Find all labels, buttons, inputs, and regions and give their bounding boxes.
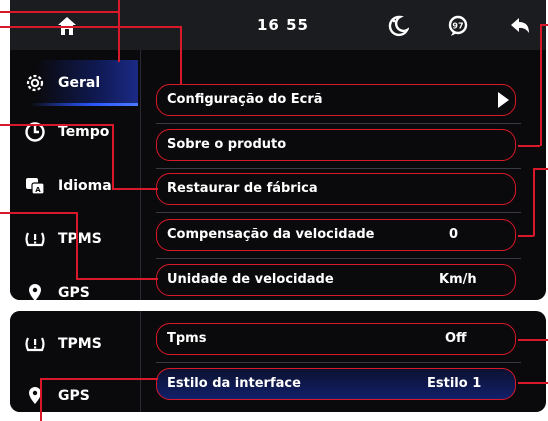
sidebar: TPMS GPS bbox=[10, 311, 140, 412]
top-bar: 16 55 97 bbox=[10, 0, 546, 50]
svg-text:A: A bbox=[35, 186, 41, 194]
row-label: Sobre o produto bbox=[167, 137, 287, 152]
settings-screen-top: 16 55 97 Geral Tempo A Idioma TPMS GPS C… bbox=[10, 0, 546, 300]
divider bbox=[156, 362, 521, 363]
row-label: Unidade de velocidade bbox=[167, 272, 334, 287]
annotation-line bbox=[533, 168, 535, 236]
annotation-line bbox=[0, 212, 76, 214]
annotation-line bbox=[540, 24, 542, 146]
sidebar-item-gps[interactable]: GPS bbox=[10, 270, 138, 300]
sidebar-item-label: TPMS bbox=[58, 231, 102, 247]
annotation-line bbox=[118, 0, 120, 62]
sidebar-item-label: TPMS bbox=[58, 336, 102, 352]
divider bbox=[156, 258, 521, 259]
tire-pressure-icon bbox=[24, 333, 46, 355]
gps-icon bbox=[24, 282, 46, 300]
row-speed-compensation[interactable]: Compensação da velocidade 0 bbox=[156, 219, 516, 251]
language-icon: A bbox=[24, 175, 46, 197]
sidebar-item-label: Idioma bbox=[58, 178, 112, 194]
sidebar-item-label: GPS bbox=[58, 388, 90, 404]
annotation-line bbox=[0, 124, 112, 126]
annotation-line bbox=[112, 188, 158, 190]
annotation-line bbox=[540, 24, 548, 26]
row-label: Restaurar de fábrica bbox=[167, 181, 318, 196]
annotation-line bbox=[180, 26, 182, 85]
row-label: Compensação da velocidade bbox=[167, 227, 375, 242]
gps-icon bbox=[24, 385, 46, 407]
divider bbox=[156, 212, 521, 213]
sidebar-item-tpms[interactable]: TPMS bbox=[10, 216, 138, 262]
sidebar-item-idioma[interactable]: A Idioma bbox=[10, 163, 138, 209]
divider bbox=[156, 123, 521, 124]
moon-icon[interactable] bbox=[386, 14, 410, 38]
svg-text:97: 97 bbox=[452, 22, 463, 31]
annotation-line bbox=[40, 378, 158, 380]
row-about-product[interactable]: Sobre o produto bbox=[156, 129, 516, 161]
sidebar-item-label: GPS bbox=[58, 285, 90, 300]
row-tpms[interactable]: Tpms Off bbox=[156, 323, 516, 355]
row-factory-reset[interactable]: Restaurar de fábrica bbox=[156, 173, 516, 205]
sidebar-item-tpms[interactable]: TPMS bbox=[10, 321, 138, 367]
row-speed-unit[interactable]: Unidade de velocidade Km/h bbox=[156, 264, 516, 296]
tire-pressure-icon bbox=[24, 228, 46, 250]
row-screen-config[interactable]: Configuração do Ecrã bbox=[156, 84, 516, 116]
sidebar-item-tempo[interactable]: Tempo bbox=[10, 109, 138, 155]
annotation-line bbox=[518, 235, 534, 237]
row-value: Off bbox=[445, 331, 467, 346]
annotation-line bbox=[76, 278, 158, 280]
annotation-line bbox=[518, 382, 548, 384]
sidebar-item-label: Tempo bbox=[58, 124, 110, 140]
clock: 16 55 bbox=[257, 16, 309, 34]
chevron-right-icon bbox=[498, 92, 509, 108]
row-label: Estilo da interface bbox=[167, 376, 301, 391]
annotation-line bbox=[0, 26, 180, 28]
annotation-line bbox=[76, 212, 78, 278]
sidebar-item-geral[interactable]: Geral bbox=[10, 60, 138, 106]
annotation-line bbox=[518, 339, 548, 341]
sidebar-item-label: Geral bbox=[58, 75, 101, 91]
annotation-line bbox=[533, 168, 548, 170]
row-label: Configuração do Ecrã bbox=[167, 92, 323, 107]
annotation-line bbox=[0, 11, 118, 13]
annotation-line bbox=[518, 145, 540, 147]
row-value: Km/h bbox=[439, 272, 477, 287]
row-interface-style[interactable]: Estilo da interface Estilo 1 bbox=[156, 368, 516, 400]
sidebar-divider bbox=[140, 50, 141, 300]
divider bbox=[156, 168, 521, 169]
annotation-line bbox=[112, 124, 114, 188]
row-label: Tpms bbox=[167, 331, 207, 346]
row-value: 0 bbox=[449, 227, 459, 242]
settings-screen-bottom: TPMS GPS Tpms Off Estilo da interface Es… bbox=[10, 311, 546, 412]
back-arrow-icon[interactable] bbox=[508, 14, 532, 38]
gear-icon bbox=[24, 72, 46, 94]
sidebar-divider bbox=[140, 311, 141, 412]
annotation-line bbox=[40, 378, 42, 421]
chat-bubble-icon[interactable]: 97 bbox=[446, 14, 470, 38]
sidebar: Geral Tempo A Idioma TPMS GPS bbox=[10, 50, 140, 300]
row-value: Estilo 1 bbox=[427, 376, 482, 391]
